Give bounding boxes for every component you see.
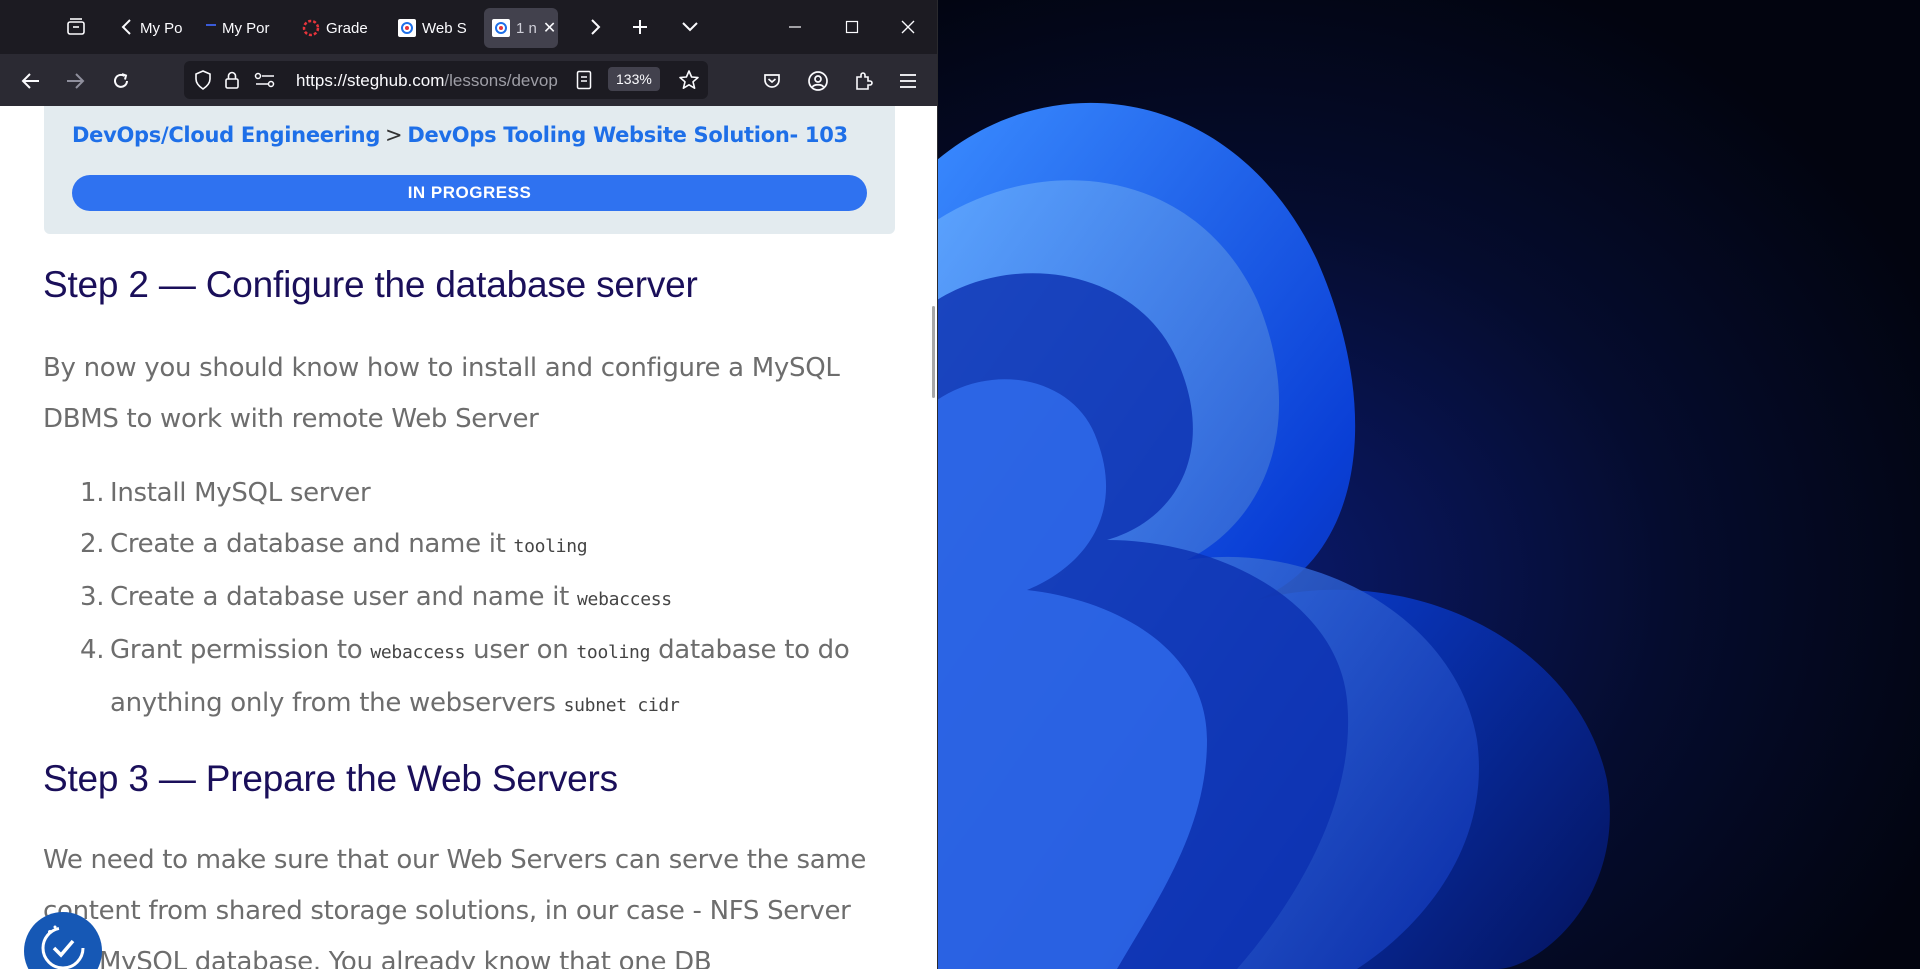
step3-heading: Step 3 — Prepare the Web Servers	[43, 758, 618, 799]
scroll-tabs-right-icon[interactable]	[582, 14, 608, 40]
list-item: 3. Create a database user and name it web…	[70, 572, 890, 625]
tab-active[interactable]: 1 n ✕	[484, 8, 558, 48]
tab-my-portfolio-1[interactable]: My Po	[140, 8, 182, 48]
tab-label: Web S	[422, 19, 466, 37]
scrollbar[interactable]	[932, 306, 935, 398]
tab-label: Grade	[326, 19, 368, 37]
inline-code: tooling	[513, 536, 588, 557]
list-item: 4. Grant permission to webaccess user on …	[70, 625, 890, 731]
tab-grade[interactable]: Grade	[302, 8, 372, 48]
list-item-text: Create a database and name it	[110, 529, 514, 559]
inline-code: subnet cidr	[563, 695, 680, 716]
close-window-icon[interactable]	[885, 0, 931, 54]
reader-view-icon[interactable]	[576, 70, 592, 95]
step3-intro: We need to make sure that our Web Server…	[43, 845, 867, 969]
navigation-toolbar: https://steghub.com/lessons/devop 133%	[0, 54, 937, 106]
progress-badge[interactable]	[24, 912, 102, 969]
list-item-text: user on	[465, 635, 577, 665]
url-bar[interactable]: https://steghub.com/lessons/devop 133%	[184, 61, 708, 99]
tab-label: My Po	[140, 19, 182, 37]
url-text[interactable]: https://steghub.com/lessons/devop	[296, 71, 564, 91]
list-item: 2. Create a database and name it tooling	[70, 519, 890, 572]
pocket-icon[interactable]	[757, 66, 787, 96]
list-number: 3.	[80, 582, 105, 612]
list-number: 2.	[80, 529, 105, 559]
lesson-header: DevOps/Cloud Engineering > DevOps Tooling …	[44, 106, 895, 234]
list-item-text: Grant permission to	[110, 635, 371, 665]
step2-heading: Step 2 — Configure the database server	[43, 264, 698, 305]
inline-code: webaccess	[577, 589, 672, 610]
back-arrow-icon[interactable]	[16, 66, 46, 96]
list-number: 1.	[80, 478, 105, 508]
tab-bar: My Po My Por Grade Web S 1 n ✕	[0, 0, 937, 54]
extensions-icon[interactable]	[848, 66, 878, 96]
page-content: DevOps/Cloud Engineering > DevOps Tooling …	[0, 106, 937, 969]
list-all-tabs-icon[interactable]	[677, 14, 703, 40]
inline-code: tooling	[576, 642, 651, 663]
reload-icon[interactable]	[106, 66, 136, 96]
account-icon[interactable]	[803, 66, 833, 96]
tab-web-solution[interactable]: Web S	[398, 8, 466, 48]
browser-window: My Po My Por Grade Web S 1 n ✕ https://s…	[0, 0, 938, 969]
breadcrumb: DevOps/Cloud Engineering > DevOps Tooling …	[72, 123, 848, 147]
check-badge-icon	[41, 925, 85, 969]
list-item-text: Install MySQL server	[110, 478, 371, 508]
steghub-favicon-icon	[492, 19, 510, 37]
url-domain: https://steghub.com	[296, 71, 445, 90]
list-number: 4.	[80, 635, 105, 665]
grade-favicon-icon	[302, 19, 320, 37]
tab-label: 1 n	[516, 19, 537, 37]
in-progress-button[interactable]: IN PROGRESS	[72, 175, 867, 211]
steghub-favicon-icon	[398, 19, 416, 37]
breadcrumb-section-link[interactable]: DevOps/Cloud Engineering	[72, 123, 380, 147]
url-path: /lessons/devop	[444, 71, 558, 90]
bookmark-star-icon[interactable]	[678, 69, 700, 96]
minimize-icon[interactable]	[772, 0, 818, 54]
permissions-icon[interactable]	[254, 72, 276, 93]
zoom-level-badge[interactable]: 133%	[608, 67, 660, 91]
breadcrumb-lesson-link[interactable]: DevOps Tooling Website Solution- 103	[407, 123, 848, 147]
close-tab-icon[interactable]: ✕	[543, 18, 556, 38]
breadcrumb-separator: >	[385, 123, 403, 147]
forward-arrow-icon[interactable]	[60, 66, 90, 96]
scroll-tabs-left-icon[interactable]	[114, 14, 140, 40]
inline-code: webaccess	[370, 642, 466, 663]
firefox-view-icon[interactable]	[63, 14, 89, 40]
favicon-icon	[206, 24, 216, 26]
lock-icon[interactable]	[224, 70, 240, 95]
list-item-text: Create a database user and name it	[110, 582, 577, 612]
list-item: 1. Install MySQL server	[70, 468, 890, 519]
new-tab-icon[interactable]	[627, 14, 653, 40]
tab-my-portfolio-2[interactable]: My Por	[206, 8, 278, 48]
step2-list: 1. Install MySQL server 2. Create a databa…	[70, 468, 890, 731]
tab-label: My Por	[222, 19, 270, 37]
desktop-wallpaper	[937, 0, 1920, 969]
menu-hamburger-icon[interactable]	[893, 66, 923, 96]
step2-intro: By now you should know how to install an…	[43, 353, 840, 434]
tracking-protection-shield-icon[interactable]	[194, 70, 212, 95]
maximize-icon[interactable]	[829, 0, 875, 54]
